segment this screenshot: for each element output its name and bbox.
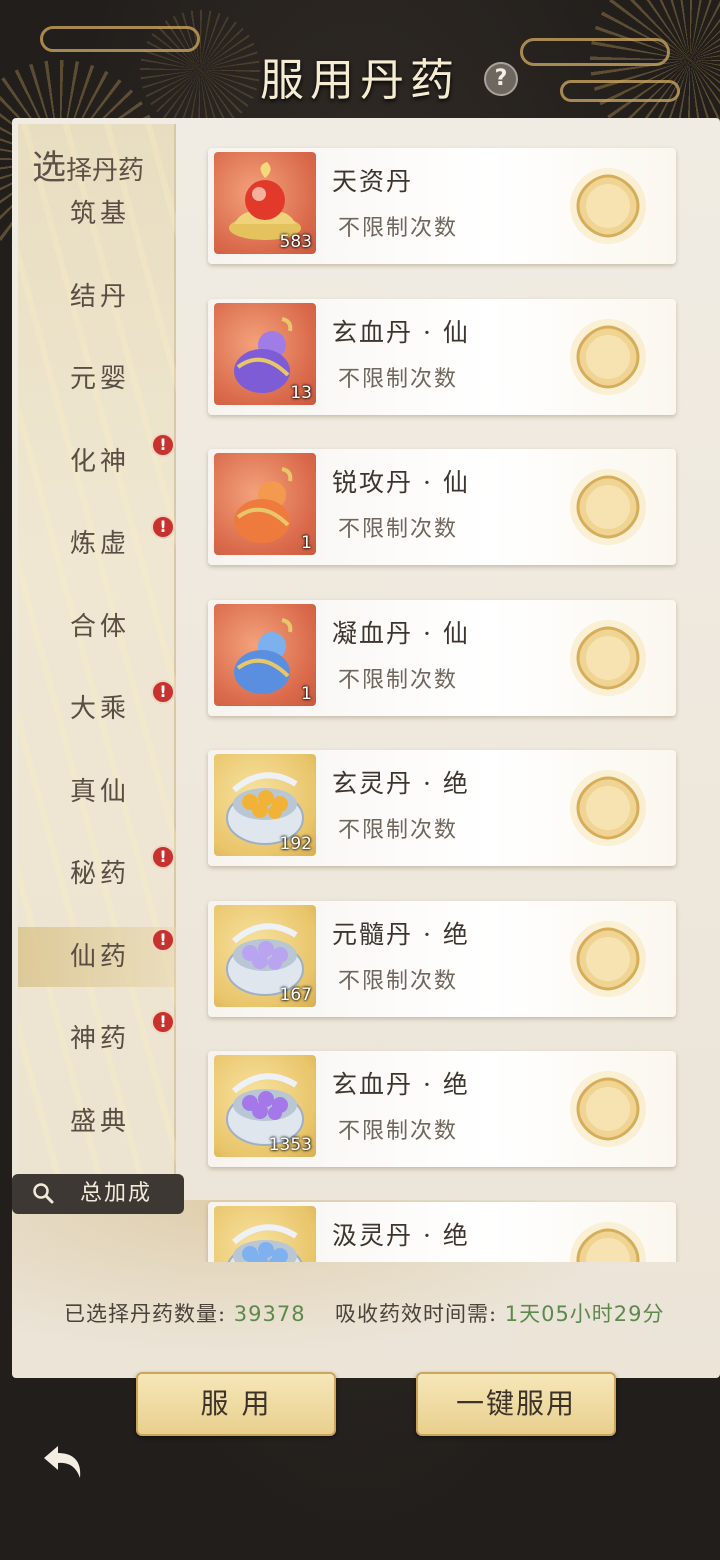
sidebar-item-label: 秘药 bbox=[70, 859, 131, 889]
sidebar-heading-rest: 择丹药 bbox=[66, 156, 145, 186]
pill-name: 汲灵丹 · 绝 bbox=[332, 1220, 470, 1250]
select-circle-icon[interactable] bbox=[568, 166, 648, 246]
total-bonus-button[interactable]: 总加成 bbox=[12, 1174, 184, 1214]
pill-count: 1 bbox=[301, 533, 312, 553]
select-circle-icon[interactable] bbox=[568, 919, 648, 999]
blue-gourd-icon bbox=[220, 610, 310, 700]
search-icon bbox=[33, 1183, 54, 1204]
sidebar-heading: 选择丹药 bbox=[32, 140, 172, 188]
take-button[interactable]: 服 用 bbox=[136, 1372, 336, 1436]
sidebar-item[interactable]: 筑基 bbox=[18, 184, 176, 244]
select-circle-icon[interactable] bbox=[568, 618, 648, 698]
sidebar-item-label: 真仙 bbox=[70, 776, 131, 807]
pill-thumbnail: 167 bbox=[214, 904, 316, 1007]
pill-limit: 不限制次数 bbox=[338, 216, 459, 241]
sidebar-item[interactable]: 真仙 bbox=[18, 762, 176, 822]
pill-card[interactable]: 167 元髓丹 · 绝不限制次数 bbox=[208, 900, 676, 1017]
pill-card[interactable]: 13 玄血丹 · 仙不限制次数 bbox=[208, 298, 676, 415]
sidebar-item[interactable]: 盛典 bbox=[18, 1092, 176, 1152]
pill-name: 锐攻丹 · 仙 bbox=[332, 468, 470, 497]
sidebar-item[interactable]: 元婴 bbox=[18, 349, 176, 409]
pill-name: 玄灵丹 · 绝 bbox=[332, 769, 470, 798]
pill-thumbnail: 192 bbox=[214, 754, 316, 856]
pill-card[interactable]: 192 玄灵丹 · 绝不限制次数 bbox=[208, 750, 676, 866]
pill-card[interactable]: 1 锐攻丹 · 仙不限制次数 bbox=[208, 449, 676, 565]
pill-thumbnail: 1 bbox=[214, 603, 316, 706]
pill-count: 192 bbox=[279, 834, 312, 854]
pill-card[interactable]: 汲灵丹 · 绝不限制次数 bbox=[208, 1201, 676, 1262]
pill-limit: 不限制次数 bbox=[338, 968, 459, 994]
pill-card[interactable]: 1353 玄血丹 · 绝不限制次数 bbox=[208, 1051, 676, 1167]
sidebar-item-label: 炼虚 bbox=[70, 529, 131, 559]
alert-badge-icon: ! bbox=[151, 845, 175, 869]
blue-pill-box-icon bbox=[220, 1212, 310, 1262]
sidebar-item-label: 大乘 bbox=[70, 694, 131, 724]
sidebar-heading-first-char: 选 bbox=[32, 148, 66, 188]
absorb-time-label: 吸收药效时间需: bbox=[334, 1302, 498, 1326]
pill-count: 1 bbox=[301, 683, 312, 704]
back-arrow-icon[interactable] bbox=[36, 1440, 88, 1484]
sidebar-item[interactable]: 结丹 bbox=[18, 267, 176, 327]
select-circle-icon[interactable] bbox=[568, 1069, 648, 1149]
selected-count-label: 已选择丹药数量: bbox=[64, 1302, 227, 1326]
sidebar-item[interactable]: 合体 bbox=[18, 597, 176, 657]
pill-limit: 不限制次数 bbox=[338, 818, 459, 843]
absorb-time-value: 1天05小时29分 bbox=[504, 1302, 665, 1326]
select-circle-icon[interactable] bbox=[568, 1220, 648, 1262]
help-button[interactable]: ? bbox=[484, 62, 518, 96]
pill-count: 583 bbox=[279, 232, 312, 252]
pill-limit: 不限制次数 bbox=[338, 366, 459, 392]
pill-name: 元髓丹 · 绝 bbox=[332, 919, 470, 949]
sidebar-item-label: 结丹 bbox=[70, 281, 131, 312]
sidebar-item-label: 仙药 bbox=[70, 941, 131, 972]
total-bonus-label: 总加成 bbox=[80, 1181, 153, 1206]
pill-thumbnail: 1353 bbox=[214, 1055, 316, 1157]
selected-count-value: 39378 bbox=[233, 1302, 306, 1326]
select-circle-icon[interactable] bbox=[568, 768, 648, 848]
pill-name: 天资丹 bbox=[332, 167, 414, 196]
pill-card[interactable]: 583 天资丹不限制次数 bbox=[208, 148, 676, 264]
pill-thumbnail: 583 bbox=[214, 152, 316, 254]
pill-count: 167 bbox=[279, 984, 312, 1005]
sidebar-item-label: 盛典 bbox=[70, 1106, 131, 1137]
pill-count: 13 bbox=[290, 382, 312, 403]
sidebar-item-label: 神药 bbox=[70, 1024, 131, 1054]
stats-line: 已选择丹药数量: 39378 吸收药效时间需: 1天05小时29分 bbox=[64, 1298, 720, 1330]
sidebar-item-label: 化神 bbox=[70, 446, 131, 477]
select-circle-icon[interactable] bbox=[568, 467, 648, 547]
orange-gourd-icon bbox=[220, 459, 310, 549]
pill-name: 玄血丹 · 仙 bbox=[332, 317, 470, 347]
alert-badge-icon: ! bbox=[151, 432, 175, 457]
take-all-button[interactable]: 一键服用 bbox=[416, 1372, 616, 1436]
pill-thumbnail: 1 bbox=[214, 453, 316, 555]
alert-badge-icon: ! bbox=[151, 680, 175, 704]
pill-limit: 不限制次数 bbox=[338, 1119, 459, 1144]
pill-name: 玄血丹 · 绝 bbox=[332, 1070, 470, 1099]
sidebar-item-label: 元婴 bbox=[70, 364, 131, 394]
pill-limit: 不限制次数 bbox=[338, 517, 459, 542]
pill-limit: 不限制次数 bbox=[338, 667, 459, 693]
alert-badge-icon: ! bbox=[151, 515, 175, 539]
select-circle-icon[interactable] bbox=[568, 317, 648, 397]
sidebar-item-label: 合体 bbox=[70, 611, 131, 642]
alert-badge-icon: ! bbox=[151, 1010, 175, 1034]
sidebar-item-label: 筑基 bbox=[70, 199, 131, 229]
pill-list[interactable]: 583 天资丹 不限制次数 13 玄血丹 · 仙不限制次数 1 锐攻丹 · 仙不限制次数 1 凝… bbox=[200, 140, 690, 1262]
pill-card[interactable]: 1 凝血丹 · 仙不限制次数 bbox=[208, 599, 676, 716]
page-title: 服用丹药 bbox=[260, 55, 460, 106]
pill-name: 凝血丹 · 仙 bbox=[332, 618, 470, 648]
pill-count: 1353 bbox=[268, 1135, 312, 1155]
alert-badge-icon: ! bbox=[151, 927, 175, 952]
pill-thumbnail bbox=[214, 1205, 316, 1262]
pill-thumbnail: 13 bbox=[214, 302, 316, 405]
